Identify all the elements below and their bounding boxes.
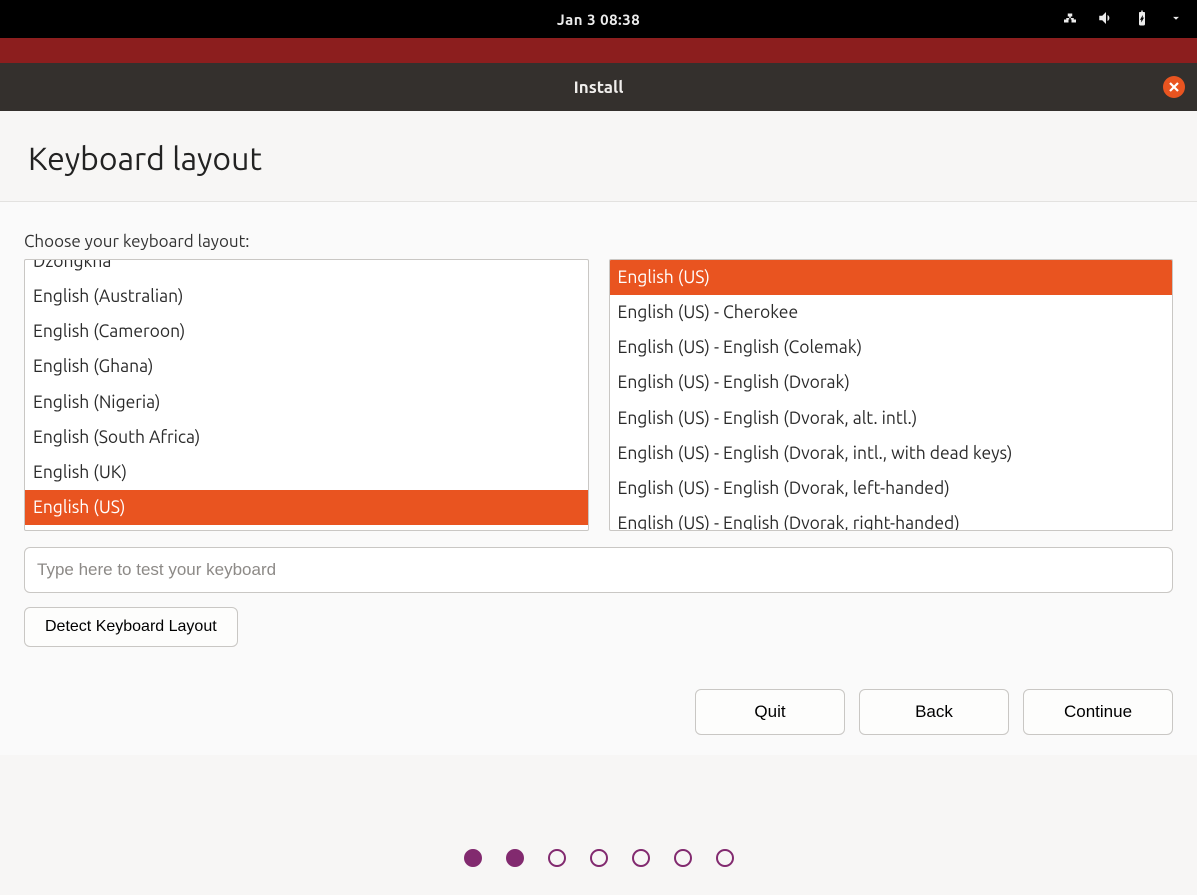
list-item[interactable]: English (US)	[25, 490, 588, 525]
list-item[interactable]: English (Cameroon)	[25, 314, 588, 349]
variant-listbox[interactable]: English (US)English (US) - CherokeeEngli…	[609, 259, 1174, 531]
system-tray[interactable]	[1061, 9, 1183, 30]
progress-dot	[464, 849, 482, 867]
progress-dot	[632, 849, 650, 867]
close-button[interactable]	[1163, 76, 1185, 98]
chevron-down-icon[interactable]	[1169, 11, 1183, 28]
list-item[interactable]: English (US) - English (Dvorak, right-ha…	[610, 506, 1173, 531]
back-button[interactable]: Back	[859, 689, 1009, 735]
page-body: Choose your keyboard layout: DzongkhaEng…	[0, 202, 1197, 755]
quit-button[interactable]: Quit	[695, 689, 845, 735]
progress-dot	[590, 849, 608, 867]
list-item[interactable]: English (US) - English (Dvorak, left-han…	[610, 471, 1173, 506]
volume-icon[interactable]	[1097, 9, 1115, 30]
window-titlebar: Install	[0, 63, 1197, 111]
list-item[interactable]: Esperanto	[25, 525, 588, 531]
list-item[interactable]: English (Ghana)	[25, 349, 588, 384]
desktop-topbar: Jan 3 08:38	[0, 0, 1197, 38]
page-title: Keyboard layout	[0, 111, 1197, 202]
continue-button[interactable]: Continue	[1023, 689, 1173, 735]
list-item[interactable]: English (US) - English (Colemak)	[610, 330, 1173, 365]
progress-dot	[548, 849, 566, 867]
window-title: Install	[574, 78, 624, 97]
progress-dot	[506, 849, 524, 867]
nav-button-row: Quit Back Continue	[24, 689, 1173, 735]
list-item[interactable]: Dzongkha	[25, 259, 588, 279]
progress-indicator	[0, 849, 1197, 867]
list-item[interactable]: English (US) - English (Dvorak)	[610, 365, 1173, 400]
network-icon[interactable]	[1061, 9, 1079, 30]
list-item[interactable]: English (US) - English (Dvorak, alt. int…	[610, 401, 1173, 436]
language-listbox[interactable]: DzongkhaEnglish (Australian)English (Cam…	[24, 259, 589, 531]
list-item[interactable]: English (US) - Cherokee	[610, 295, 1173, 330]
installer-content: Keyboard layout Choose your keyboard lay…	[0, 111, 1197, 755]
progress-dot	[716, 849, 734, 867]
accent-strip	[0, 38, 1197, 63]
list-item[interactable]: English (Nigeria)	[25, 385, 588, 420]
keyboard-test-input[interactable]	[24, 547, 1173, 593]
keyboard-layout-lists: DzongkhaEnglish (Australian)English (Cam…	[24, 259, 1173, 531]
detect-layout-button[interactable]: Detect Keyboard Layout	[24, 607, 238, 647]
list-item[interactable]: English (South Africa)	[25, 420, 588, 455]
choose-layout-label: Choose your keyboard layout:	[24, 232, 1173, 251]
list-item[interactable]: English (Australian)	[25, 279, 588, 314]
list-item[interactable]: English (US) - English (Dvorak, intl., w…	[610, 436, 1173, 471]
list-item[interactable]: English (UK)	[25, 455, 588, 490]
progress-dot	[674, 849, 692, 867]
list-item[interactable]: English (US)	[610, 260, 1173, 295]
battery-icon[interactable]	[1133, 9, 1151, 30]
clock-label[interactable]: Jan 3 08:38	[557, 11, 640, 28]
